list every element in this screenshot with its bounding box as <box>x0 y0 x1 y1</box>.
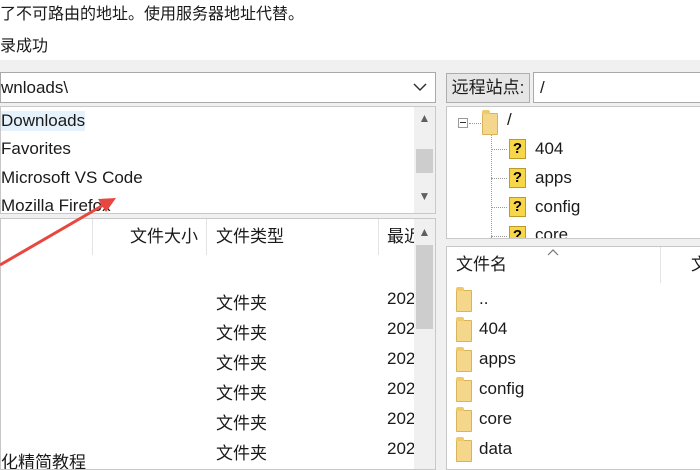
col-modified-header[interactable]: 最近 <box>379 219 415 255</box>
folder-icon <box>456 287 472 312</box>
annotation-arrow <box>0 198 116 267</box>
question-mark-icon: ? <box>509 168 526 188</box>
file-date-cell: 202 <box>387 349 416 368</box>
file-type-cell: 文件夹 <box>216 384 267 403</box>
tree-item-404[interactable]: 404 <box>535 139 563 159</box>
file-date-cell: 202 <box>387 409 416 428</box>
col-type-header[interactable]: 文件类型 <box>207 219 379 255</box>
remote-directory-tree[interactable]: / ? 404 ? apps ? config ? core <box>446 106 700 239</box>
local-list-scrollbar[interactable]: ▲ <box>414 219 435 469</box>
scroll-down-icon[interactable]: ▼ <box>414 187 435 205</box>
sort-ascending-icon <box>547 249 559 256</box>
tree-root-label[interactable]: / <box>507 110 512 130</box>
file-date-cell: 202 <box>387 289 416 308</box>
file-name[interactable]: config <box>479 379 524 399</box>
tree-item-downloads[interactable]: Downloads <box>1 111 86 131</box>
scrollbar-thumb[interactable] <box>416 245 433 329</box>
tree-item-core[interactable]: core <box>535 225 568 238</box>
file-date-cell: 202 <box>387 439 416 458</box>
local-tree-scrollbar[interactable]: ▲ ▼ <box>414 107 435 213</box>
question-mark-icon: ? <box>509 139 526 159</box>
file-name[interactable]: .. <box>479 289 488 309</box>
file-type-cell: 文件夹 <box>216 354 267 373</box>
chevron-down-icon[interactable] <box>411 77 429 97</box>
folder-icon <box>456 437 472 462</box>
col-next-header[interactable]: 文 <box>661 247 700 283</box>
remote-file-list[interactable]: 文件名 文 .. 404 apps config core data <box>446 246 700 470</box>
local-path-text: wnloads\ <box>1 78 69 97</box>
question-mark-icon: ? <box>509 197 526 217</box>
file-name[interactable]: data <box>479 439 512 459</box>
tree-connector <box>491 178 507 179</box>
file-name[interactable]: 404 <box>479 319 507 339</box>
folder-icon <box>456 377 472 402</box>
local-path-combobox[interactable]: wnloads\ <box>0 72 436 103</box>
tree-item-apps[interactable]: apps <box>535 168 572 188</box>
log-success-line: 录成功 <box>0 38 49 55</box>
tree-connector <box>491 149 507 150</box>
file-date-cell: 202 <box>387 319 416 338</box>
question-mark-icon: ? <box>509 226 526 238</box>
scrollbar-thumb[interactable] <box>416 149 433 173</box>
file-type-cell: 文件夹 <box>216 414 267 433</box>
file-type-cell: 文件夹 <box>216 324 267 343</box>
scroll-up-icon[interactable]: ▲ <box>414 109 435 127</box>
file-type-cell: 文件夹 <box>216 294 267 313</box>
tree-connector <box>491 135 492 238</box>
file-name[interactable]: core <box>479 409 512 429</box>
collapse-toggle-icon[interactable] <box>458 118 468 128</box>
tree-connector <box>491 207 507 208</box>
remote-path-text: / <box>540 78 545 97</box>
tree-connector <box>491 236 507 237</box>
folder-icon <box>456 317 472 342</box>
folder-icon <box>456 407 472 432</box>
tree-item-favorites[interactable]: Favorites <box>1 139 71 159</box>
folder-icon <box>456 347 472 372</box>
file-type-cell: 文件夹 <box>216 444 267 463</box>
file-name-cell[interactable]: 化精简教程 <box>1 448 86 469</box>
file-date-cell: 202 <box>387 379 416 398</box>
log-message-line: 了不可路由的地址。使用服务器地址代替。 <box>0 6 305 23</box>
remote-path-combobox[interactable]: / <box>533 72 700 103</box>
tree-item-config[interactable]: config <box>535 197 580 217</box>
file-name[interactable]: apps <box>479 349 516 369</box>
scroll-up-icon[interactable]: ▲ <box>414 223 435 241</box>
folder-icon <box>482 110 498 135</box>
tree-connector <box>469 123 481 124</box>
tree-item-vscode[interactable]: Microsoft VS Code <box>1 168 143 188</box>
remote-site-label: 远程站点: <box>446 73 530 103</box>
